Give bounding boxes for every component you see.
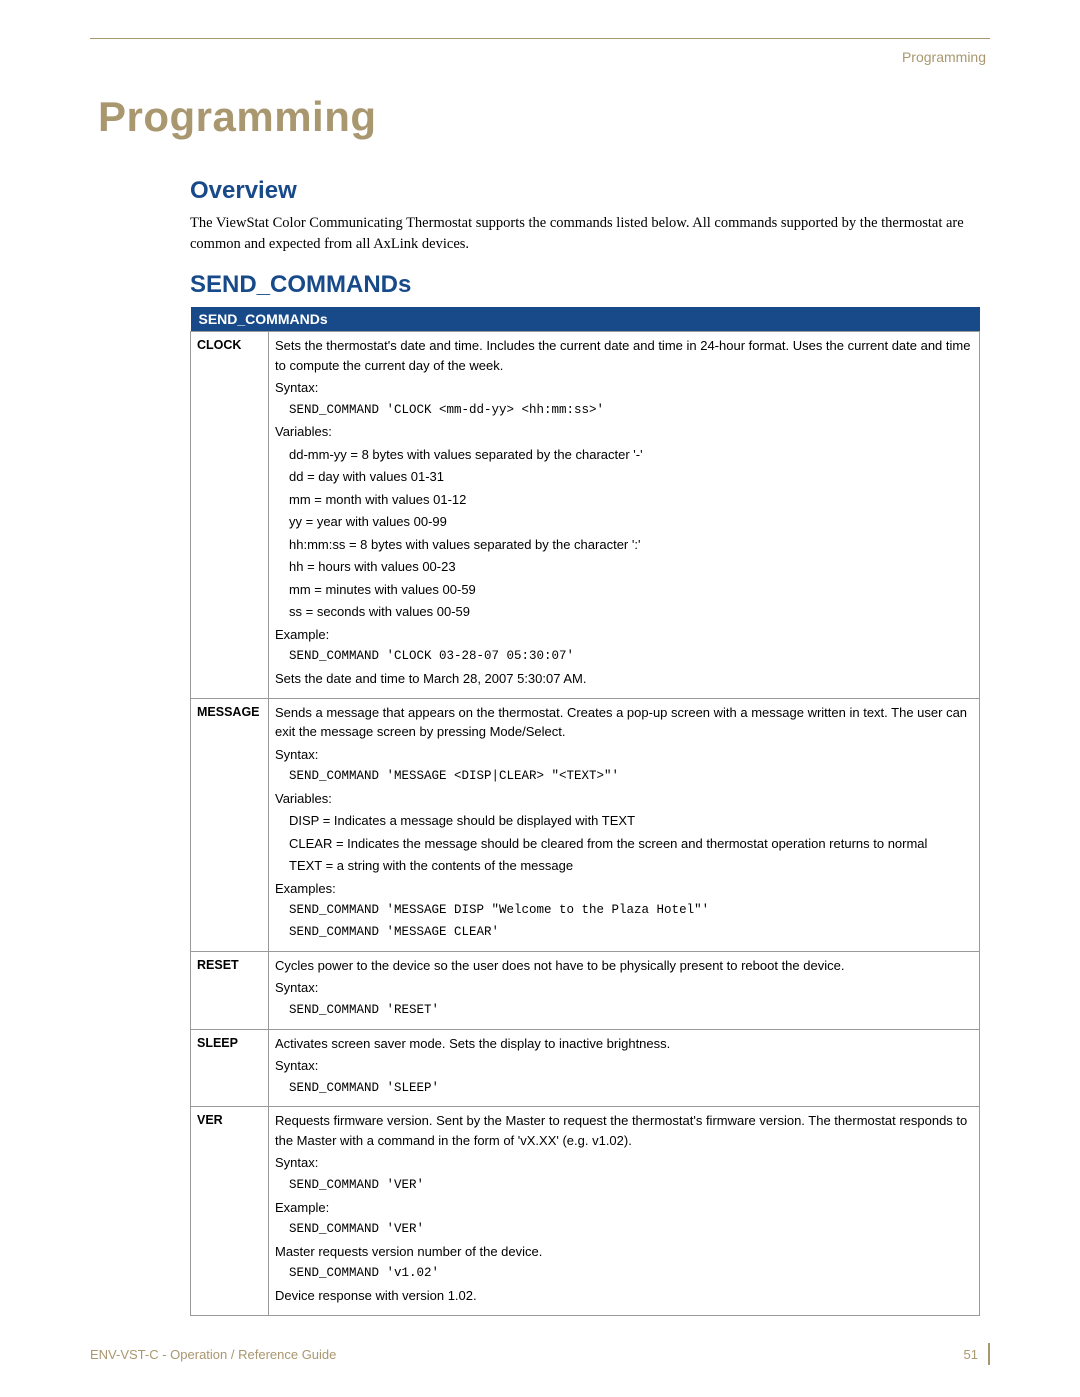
text: CLEAR = Indicates the message should be …	[275, 834, 973, 854]
cmd-name-reset: RESET	[191, 951, 269, 1029]
cmd-desc-clock: Sets the thermostat's date and time. Inc…	[269, 332, 980, 699]
table-row: MESSAGE Sends a message that appears on …	[191, 698, 980, 951]
code: SEND_COMMAND 'RESET'	[275, 1001, 973, 1020]
footer-page-number: 51	[964, 1347, 978, 1362]
syntax-label: Syntax:	[275, 745, 973, 765]
table-row: CLOCK Sets the thermostat's date and tim…	[191, 332, 980, 699]
example-label: Example:	[275, 1198, 973, 1218]
code: SEND_COMMAND 'MESSAGE <DISP|CLEAR> "<TEX…	[275, 767, 973, 786]
code: SEND_COMMAND 'CLOCK 03-28-07 05:30:07'	[275, 647, 973, 666]
text: Master requests version number of the de…	[275, 1242, 973, 1262]
send-commands-heading: SEND_COMMANDs	[190, 271, 980, 299]
top-rule	[90, 38, 990, 39]
overview-heading: Overview	[190, 177, 980, 205]
page: Programming Programming Overview The Vie…	[0, 0, 1080, 1397]
syntax-label: Syntax:	[275, 978, 973, 998]
text: Device response with version 1.02.	[275, 1286, 973, 1306]
text: Activates screen saver mode. Sets the di…	[275, 1034, 973, 1054]
text: yy = year with values 00-99	[275, 512, 973, 532]
cmd-name-sleep: SLEEP	[191, 1029, 269, 1107]
page-title: Programming	[98, 93, 990, 141]
variables-label: Variables:	[275, 789, 973, 809]
text: hh = hours with values 00-23	[275, 557, 973, 577]
syntax-label: Syntax:	[275, 1056, 973, 1076]
overview-text: The ViewStat Color Communicating Thermos…	[190, 213, 980, 255]
cmd-desc-sleep: Activates screen saver mode. Sets the di…	[269, 1029, 980, 1107]
text: Sets the thermostat's date and time. Inc…	[275, 336, 973, 375]
footer-left: ENV-VST-C - Operation / Reference Guide	[90, 1347, 336, 1362]
syntax-label: Syntax:	[275, 1153, 973, 1173]
footer: ENV-VST-C - Operation / Reference Guide …	[90, 1343, 990, 1365]
send-commands-table: SEND_COMMANDs CLOCK Sets the thermostat'…	[190, 307, 980, 1316]
code: SEND_COMMAND 'MESSAGE DISP "Welcome to t…	[275, 901, 973, 920]
code: SEND_COMMAND 'VER'	[275, 1176, 973, 1195]
text: Cycles power to the device so the user d…	[275, 956, 973, 976]
text: ss = seconds with values 00-59	[275, 602, 973, 622]
cmd-name-ver: VER	[191, 1107, 269, 1315]
text: hh:mm:ss = 8 bytes with values separated…	[275, 535, 973, 555]
table-row: RESET Cycles power to the device so the …	[191, 951, 980, 1029]
table-row: VER Requests firmware version. Sent by t…	[191, 1107, 980, 1315]
body: Overview The ViewStat Color Communicatin…	[190, 177, 980, 1316]
code: SEND_COMMAND 'v1.02'	[275, 1264, 973, 1283]
cmd-desc-message: Sends a message that appears on the ther…	[269, 698, 980, 951]
text: DISP = Indicates a message should be dis…	[275, 811, 973, 831]
text: mm = minutes with values 00-59	[275, 580, 973, 600]
header-breadcrumb: Programming	[90, 49, 990, 65]
code: SEND_COMMAND 'SLEEP'	[275, 1079, 973, 1098]
code: SEND_COMMAND 'CLOCK <mm-dd-yy> <hh:mm:ss…	[275, 401, 973, 420]
text: Requests firmware version. Sent by the M…	[275, 1111, 973, 1150]
text: mm = month with values 01-12	[275, 490, 973, 510]
table-header-row: SEND_COMMANDs	[191, 307, 980, 332]
text: Sends a message that appears on the ther…	[275, 703, 973, 742]
text: Sets the date and time to March 28, 2007…	[275, 669, 973, 689]
text: dd = day with values 01-31	[275, 467, 973, 487]
text: dd-mm-yy = 8 bytes with values separated…	[275, 445, 973, 465]
cmd-name-clock: CLOCK	[191, 332, 269, 699]
table-row: SLEEP Activates screen saver mode. Sets …	[191, 1029, 980, 1107]
examples-label: Examples:	[275, 879, 973, 899]
syntax-label: Syntax:	[275, 378, 973, 398]
example-label: Example:	[275, 625, 973, 645]
table-header: SEND_COMMANDs	[191, 307, 980, 332]
variables-label: Variables:	[275, 422, 973, 442]
code: SEND_COMMAND 'VER'	[275, 1220, 973, 1239]
text: TEXT = a string with the contents of the…	[275, 856, 973, 876]
code: SEND_COMMAND 'MESSAGE CLEAR'	[275, 923, 973, 942]
cmd-desc-ver: Requests firmware version. Sent by the M…	[269, 1107, 980, 1315]
cmd-name-message: MESSAGE	[191, 698, 269, 951]
cmd-desc-reset: Cycles power to the device so the user d…	[269, 951, 980, 1029]
